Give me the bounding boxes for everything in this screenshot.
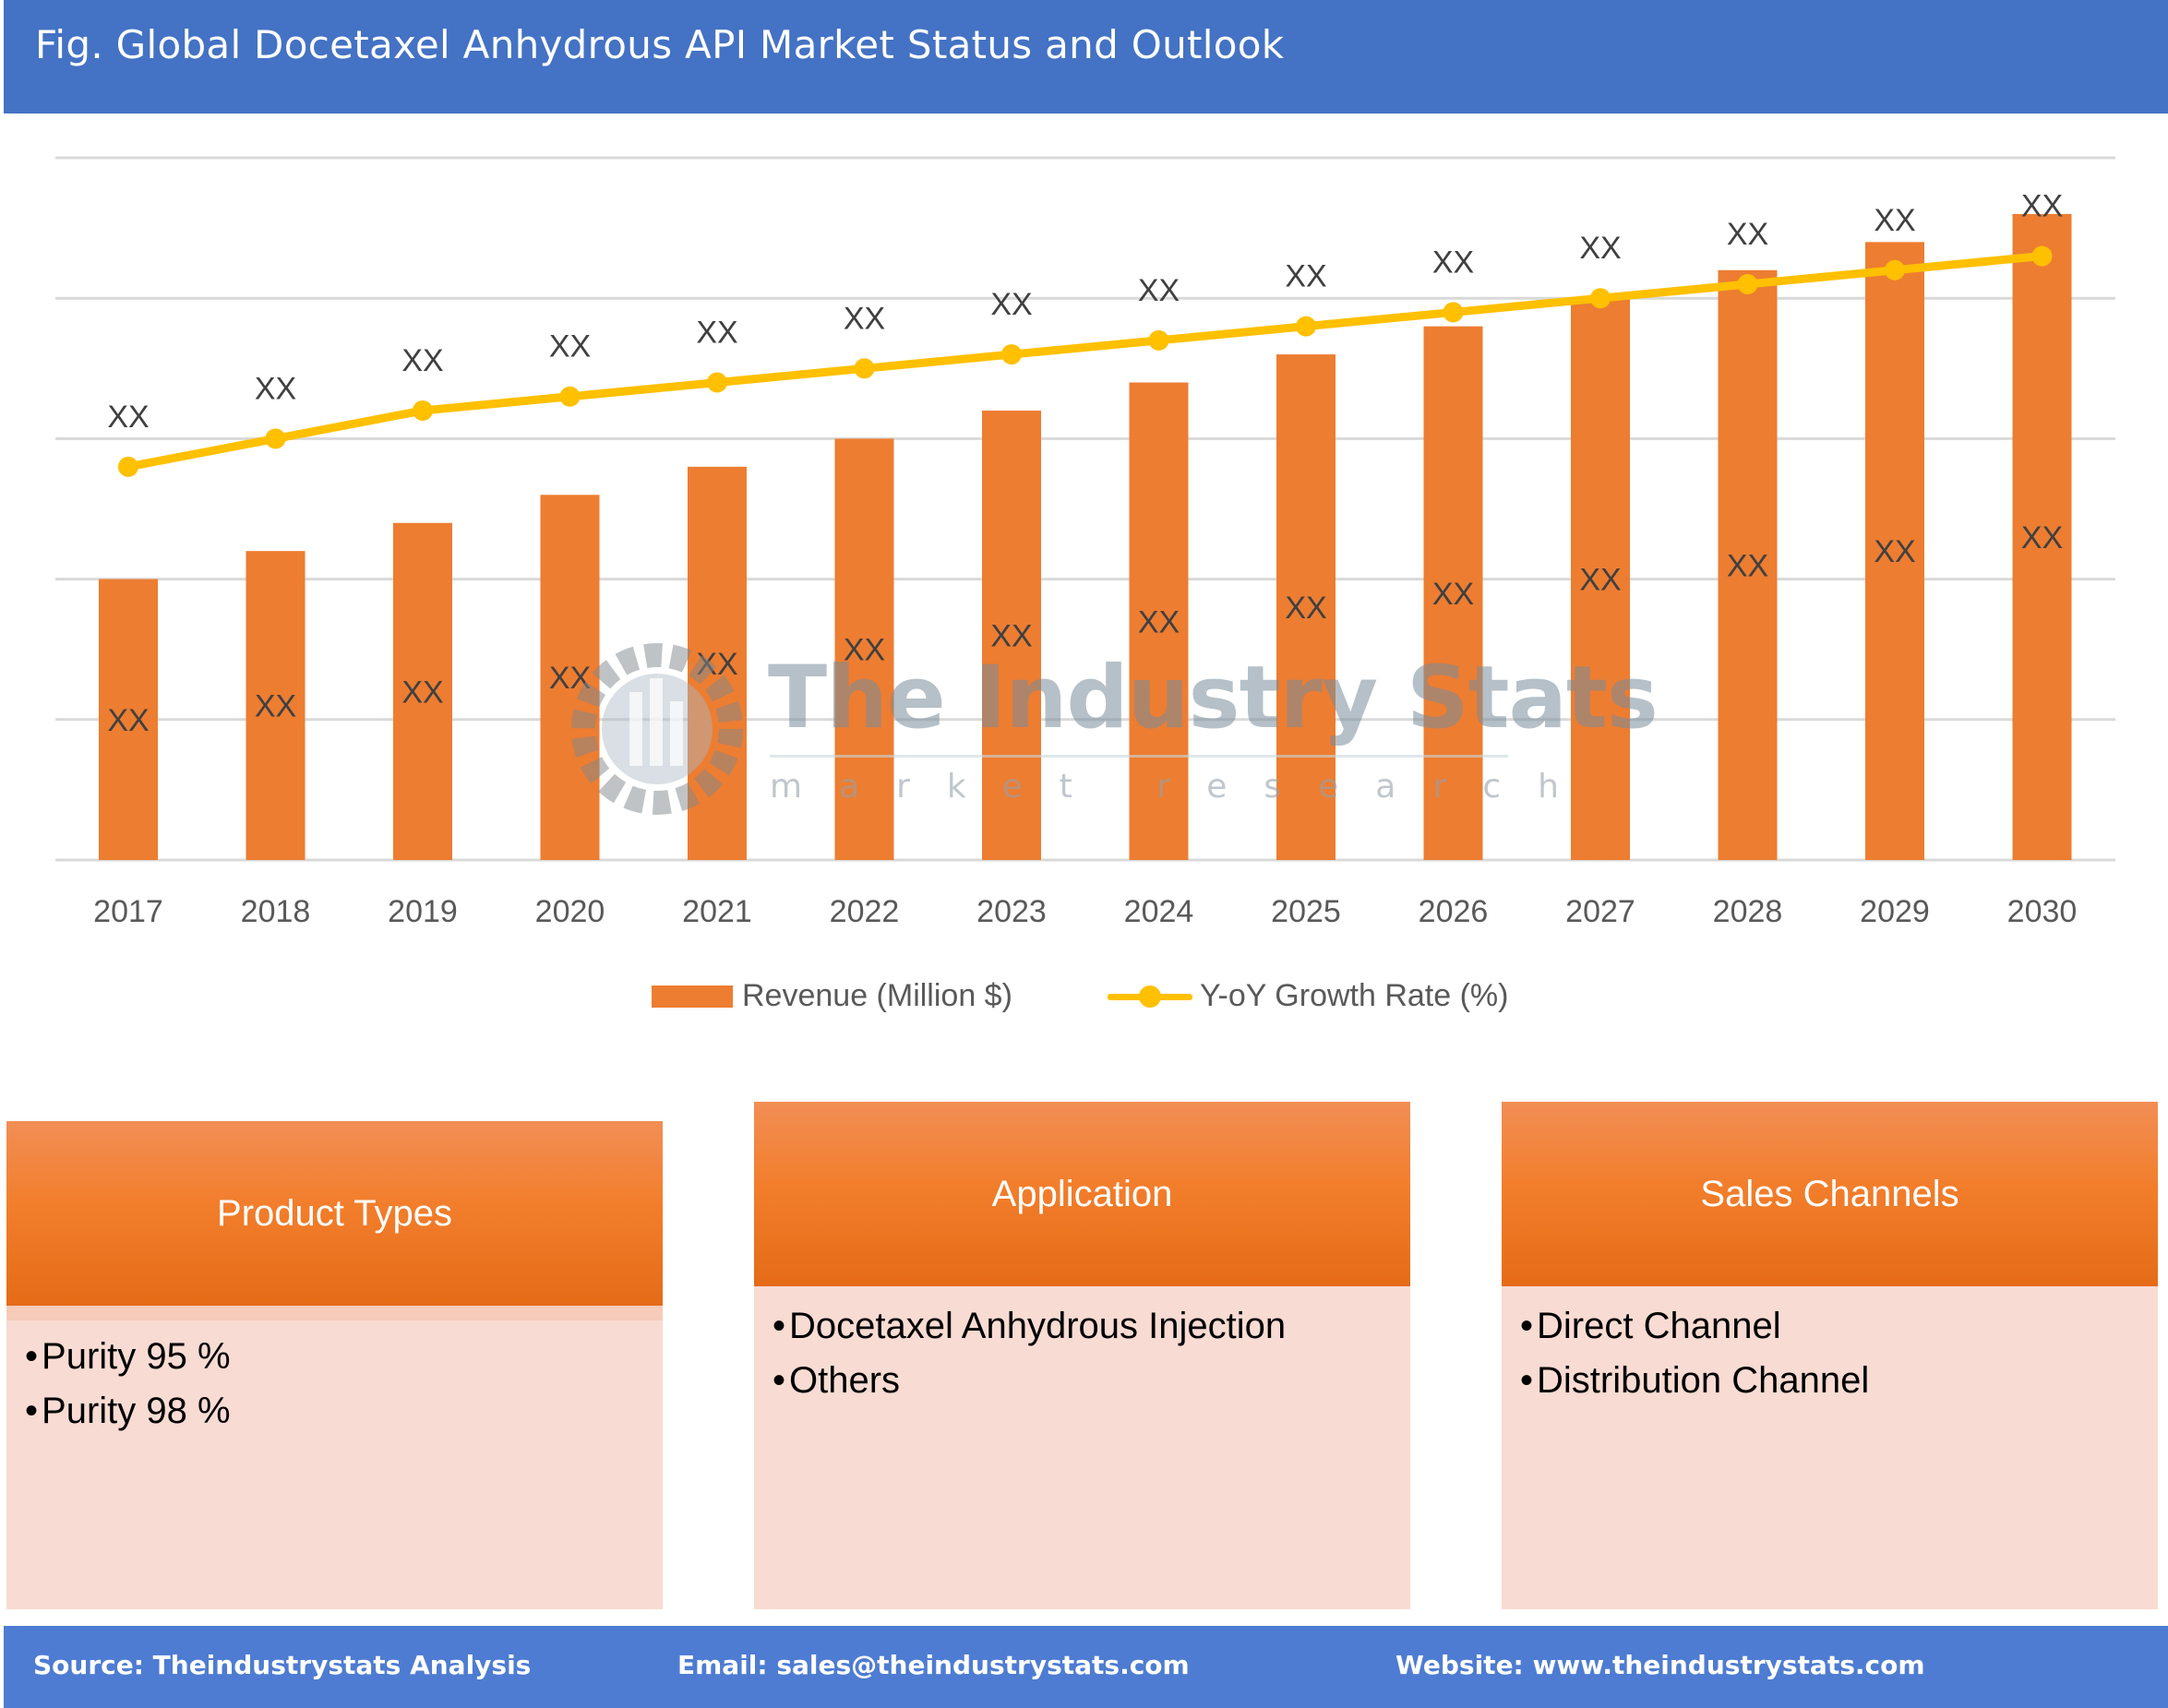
growth-point	[413, 400, 433, 421]
revenue-bar-label: XX	[696, 647, 737, 682]
x-tick-label: 2030	[2007, 894, 2078, 929]
growth-point-label: XX	[990, 287, 1032, 322]
growth-point-label: XX	[107, 400, 149, 435]
list-item: • Purity 95 %	[25, 1336, 231, 1377]
legend-item-growth: Y-oY Growth Rate (%)	[1108, 978, 1508, 1014]
x-tick-label: 2022	[830, 894, 900, 929]
growth-point	[854, 358, 875, 379]
growth-point-label: XX	[1727, 217, 1768, 252]
card-title: Application	[754, 1102, 1410, 1286]
card-product-types: Product Types • Purity 95 % • Purity 98 %	[6, 1121, 663, 1609]
growth-point-label: XX	[1138, 273, 1180, 308]
list-item: • Others	[773, 1360, 901, 1401]
revenue-bar-label: XX	[1285, 591, 1326, 626]
revenue-bar-label: XX	[1432, 577, 1474, 612]
revenue-bar-label: XX	[2021, 520, 2063, 555]
card-application: Application • Docetaxel Anhydrous Injecti…	[754, 1102, 1410, 1609]
page-title: Fig. Global Docetaxel Anhydrous API Mark…	[35, 22, 1285, 67]
footer-website[interactable]: Website: www.theindustrystats.com	[1395, 1650, 1925, 1680]
card-sales-channels: Sales Channels • Direct Channel • Distribu…	[1502, 1102, 2158, 1609]
list-item: • Distribution Channel	[1520, 1360, 1870, 1401]
gridlines	[55, 156, 2115, 862]
card-list: • Purity 95 % • Purity 98 %	[6, 1320, 663, 1609]
list-item: • Docetaxel Anhydrous Injection	[773, 1306, 1287, 1346]
growth-point	[1590, 288, 1611, 309]
growth-point-label: XX	[401, 343, 443, 378]
growth-point-label: XX	[1432, 245, 1474, 280]
growth-point	[1148, 329, 1169, 351]
legend-label-growth: Y-oY Growth Rate (%)	[1200, 978, 1509, 1013]
x-tick-label: 2019	[388, 894, 458, 929]
growth-point-label: XX	[2021, 189, 2063, 224]
growth-point-label: XX	[1285, 259, 1326, 294]
revenue-bar-label: XX	[1579, 563, 1621, 598]
x-tick-label: 2028	[1713, 894, 1783, 929]
x-tick-label: 2017	[93, 894, 163, 929]
x-tick-label: 2026	[1419, 894, 1489, 929]
growth-point	[707, 372, 727, 393]
card-title: Sales Channels	[1502, 1102, 2158, 1286]
growth-point-label: XX	[1579, 231, 1621, 266]
revenue-growth-chart: XX XX XX XX XX XX XX XX XX XX XX XX XX XX XX XX XX XX XX X…	[55, 156, 2115, 929]
growth-point	[1001, 344, 1022, 365]
card-title: Product Types	[6, 1121, 663, 1306]
header-bar: Fig. Global Docetaxel Anhydrous API Mark…	[4, 0, 2168, 113]
list-item: • Direct Channel	[1520, 1306, 1781, 1346]
x-tick-label: 2020	[535, 894, 605, 929]
list-item: • Purity 98 %	[25, 1391, 231, 1431]
footer-source: Source: Theindustrystats Analysis	[33, 1650, 532, 1680]
growth-point-label: XX	[844, 301, 885, 336]
footer-bar: Source: Theindustrystats Analysis Email:…	[4, 1626, 2168, 1708]
growth-point-label: XX	[549, 329, 591, 364]
growth-point	[118, 456, 138, 477]
revenue-bar-label: XX	[1727, 548, 1768, 583]
footer-email[interactable]: Email: sales@theindustrystats.com	[677, 1650, 1190, 1680]
revenue-bar-label: XX	[401, 675, 443, 710]
revenue-bars	[99, 213, 2072, 861]
chart-legend: Revenue (Million $) Y-oY Growth Rate (%)	[0, 978, 2168, 1024]
revenue-bar-label: XX	[107, 703, 149, 738]
x-tick-label: 2027	[1565, 894, 1635, 929]
x-tick-label: 2024	[1124, 894, 1194, 929]
revenue-bar-label: XX	[1138, 604, 1180, 639]
x-tick-label: 2025	[1271, 894, 1341, 929]
revenue-bar-label: XX	[549, 661, 591, 696]
revenue-bar-label: XX	[990, 618, 1032, 653]
growth-point	[559, 386, 581, 407]
revenue-bar-label: XX	[844, 633, 885, 668]
growth-point-label: XX	[1874, 203, 1915, 238]
legend-item-revenue: Revenue (Million $)	[652, 978, 1012, 1014]
x-tick-label: 2018	[241, 894, 311, 929]
revenue-bar-label: XX	[255, 689, 296, 724]
x-axis-tick-labels: 2017 2018 2019 2020 2021 2022 2023 2024 2025 2026…	[93, 894, 2077, 929]
x-tick-label: 2029	[1860, 894, 1930, 929]
legend-line-swatch-icon	[1108, 984, 1192, 1009]
growth-point	[265, 428, 286, 449]
card-list: • Docetaxel Anhydrous Injection • Others	[754, 1286, 1410, 1609]
card-list: • Direct Channel • Distribution Channel	[1502, 1286, 2158, 1609]
revenue-bar-label: XX	[1874, 534, 1915, 569]
x-tick-label: 2021	[682, 894, 752, 929]
legend-bar-swatch-icon	[652, 985, 733, 1008]
growth-point	[1296, 316, 1316, 337]
x-tick-label: 2023	[976, 894, 1047, 929]
growth-point	[1443, 302, 1464, 323]
growth-point	[1737, 273, 1758, 294]
growth-point	[1885, 259, 1905, 281]
growth-point-label: XX	[696, 316, 737, 351]
growth-point-label: XX	[255, 371, 296, 406]
growth-point	[2031, 245, 2053, 267]
legend-label-revenue: Revenue (Million $)	[742, 978, 1012, 1013]
